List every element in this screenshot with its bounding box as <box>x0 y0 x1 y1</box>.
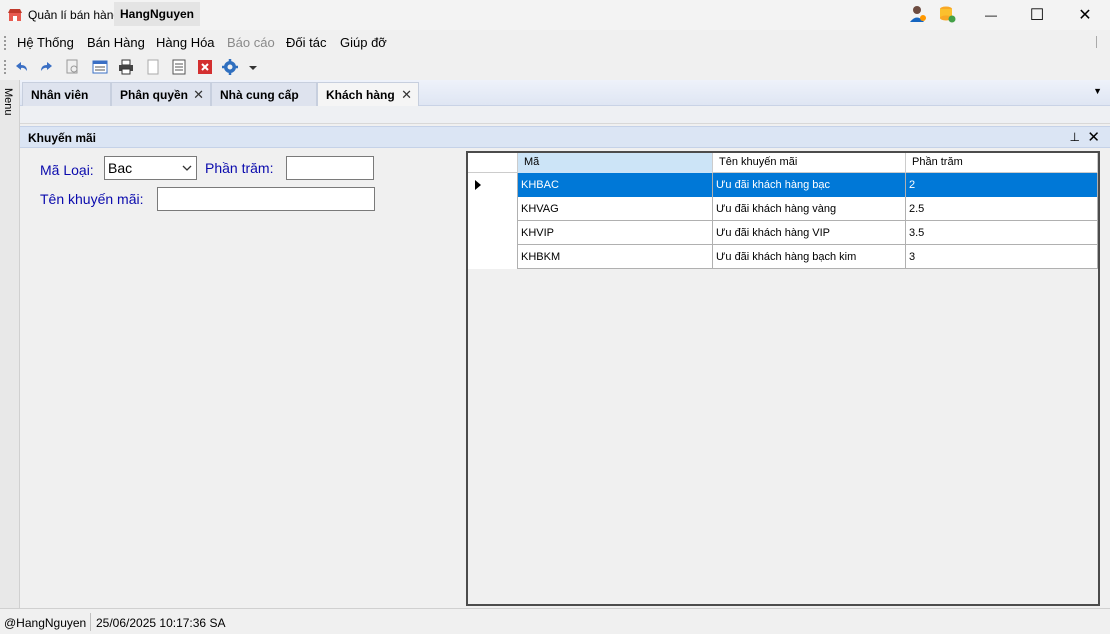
table-row[interactable]: KHVIP Ưu đãi khách hàng VIP 3.5 <box>468 221 1098 245</box>
toolbar <box>0 54 1110 80</box>
dropdown-icon[interactable] <box>244 58 262 76</box>
cell-ma[interactable]: KHVAG <box>518 197 713 221</box>
menu-doi-tac[interactable]: Đối tác <box>286 35 326 50</box>
row-header[interactable] <box>468 197 518 221</box>
tab-label: Nhân viên <box>31 88 89 102</box>
cell-phan-tram[interactable]: 2 <box>906 173 1098 197</box>
maximize-button[interactable]: ☐ <box>1014 0 1060 30</box>
tab-nhan-vien[interactable]: Nhân viên <box>22 82 111 106</box>
panel-title: Khuyến mãi <box>28 131 97 145</box>
tab-label: Khách hàng <box>326 88 395 102</box>
cell-ma[interactable]: KHBKM <box>518 245 713 269</box>
menu-hang-hoa[interactable]: Hàng Hóa <box>156 35 215 50</box>
menu-bar: Hệ Thống Bán Hàng Hàng Hóa Báo cáo Đối t… <box>0 30 1110 54</box>
store-icon <box>8 9 22 21</box>
tab-close-icon[interactable]: ✕ <box>193 87 204 103</box>
panel-top-strip <box>20 106 1110 124</box>
tab-list-dropdown-icon[interactable]: ▼ <box>1093 86 1102 96</box>
cell-ten[interactable]: Ưu đãi khách hàng bạc <box>713 173 906 197</box>
close-red-icon[interactable] <box>196 58 214 76</box>
settings-icon[interactable] <box>221 58 239 76</box>
cell-ma[interactable]: KHVIP <box>518 221 713 245</box>
minimize-button[interactable]: — <box>968 0 1014 30</box>
status-divider <box>90 613 91 631</box>
ma-loai-label: Mã Loại: <box>40 162 94 178</box>
title-bar: Quản lí bán hàng HangNguyen — ☐ ✕ <box>0 0 1110 30</box>
column-header-ma[interactable]: Mã <box>518 153 713 173</box>
panel-header: Khuyến mãi ⊥ ✕ <box>20 126 1110 148</box>
status-datetime: 25/06/2025 10:17:36 SA <box>96 616 226 630</box>
page-icon[interactable] <box>144 58 162 76</box>
tab-strip: Nhân viên Phân quyền ✕ Nhà cung cấp Khác… <box>20 80 1110 107</box>
ten-khuyen-mai-input[interactable] <box>157 187 375 211</box>
cell-ten[interactable]: Ưu đãi khách hàng VIP <box>713 221 906 245</box>
redo-icon[interactable] <box>38 58 56 76</box>
cell-ten[interactable]: Ưu đãi khách hàng vàng <box>713 197 906 221</box>
toolbar-grip <box>4 60 7 74</box>
database-sync-icon[interactable] <box>937 4 957 24</box>
close-button[interactable]: ✕ <box>1062 0 1108 30</box>
sidebar-label: Menu <box>2 88 14 116</box>
undo-icon[interactable] <box>12 58 30 76</box>
table-row[interactable]: KHBKM Ưu đãi khách hàng bạch kim 3 <box>468 245 1098 269</box>
cell-phan-tram[interactable]: 3 <box>906 245 1098 269</box>
tab-close-icon[interactable]: ✕ <box>401 87 412 103</box>
cell-ten[interactable]: Ưu đãi khách hàng bạch kim <box>713 245 906 269</box>
print-icon[interactable] <box>117 58 135 76</box>
menu-giup-do[interactable]: Giúp đỡ <box>340 35 387 50</box>
grid-header: Mã Tên khuyến mãi Phần trăm <box>468 153 1098 173</box>
panel-close-icon[interactable]: ✕ <box>1087 128 1100 146</box>
ma-loai-combobox[interactable]: Bac <box>104 156 197 180</box>
user-title-tab[interactable]: HangNguyen <box>114 2 201 26</box>
menu-overflow[interactable] <box>1096 36 1106 48</box>
form-icon[interactable] <box>91 58 109 76</box>
table-row[interactable]: KHVAG Ưu đãi khách hàng vàng 2.5 <box>468 197 1098 221</box>
cell-phan-tram[interactable]: 3.5 <box>906 221 1098 245</box>
tab-khach-hang[interactable]: Khách hàng ✕ <box>317 82 419 107</box>
app-title: Quản lí bán hàng <box>28 8 121 22</box>
menu-he-thong[interactable]: Hệ Thống <box>17 35 74 50</box>
cell-phan-tram[interactable]: 2.5 <box>906 197 1098 221</box>
chevron-down-icon <box>182 165 192 171</box>
pin-icon[interactable]: ⊥ <box>1070 130 1080 144</box>
khuyen-mai-panel: Khuyến mãi ⊥ ✕ Mã Loại: Bac Phần trăm: T… <box>20 106 1110 608</box>
phan-tram-input[interactable] <box>286 156 374 180</box>
preview-icon[interactable] <box>64 58 82 76</box>
phan-tram-label: Phần trăm: <box>205 160 274 176</box>
tab-nha-cung-cap[interactable]: Nhà cung cấp <box>211 82 317 106</box>
cell-ma[interactable]: KHBAC <box>518 173 713 197</box>
ten-khuyen-mai-label: Tên khuyến mãi: <box>40 191 144 207</box>
user-settings-icon[interactable] <box>908 4 928 24</box>
ma-loai-value: Bac <box>108 160 133 176</box>
menu-bao-cao[interactable]: Báo cáo <box>227 35 275 50</box>
column-header-phan-tram[interactable]: Phần trăm <box>906 153 1098 173</box>
current-row-icon <box>475 180 481 190</box>
table-row[interactable]: KHBAC Ưu đãi khách hàng bạc 2 <box>468 173 1098 197</box>
status-bar: @HangNguyen 25/06/2025 10:17:36 SA <box>0 608 1110 634</box>
khuyen-mai-grid[interactable]: Mã Tên khuyến mãi Phần trăm KHBAC Ưu đãi… <box>466 151 1100 606</box>
report-icon[interactable] <box>170 58 188 76</box>
row-header[interactable] <box>468 221 518 245</box>
tab-label: Phân quyền <box>120 88 189 102</box>
status-user: @HangNguyen <box>4 616 87 630</box>
menu-grip <box>4 36 7 50</box>
tab-phan-quyen[interactable]: Phân quyền ✕ <box>111 82 211 106</box>
row-header[interactable] <box>468 245 518 269</box>
tab-label: Nhà cung cấp <box>220 88 299 102</box>
column-header-ten-khuyen-mai[interactable]: Tên khuyến mãi <box>713 153 906 173</box>
row-header[interactable] <box>468 173 518 197</box>
sidebar-menu[interactable]: Menu <box>0 80 20 608</box>
menu-ban-hang[interactable]: Bán Hàng <box>87 35 145 50</box>
grid-corner <box>468 153 518 173</box>
